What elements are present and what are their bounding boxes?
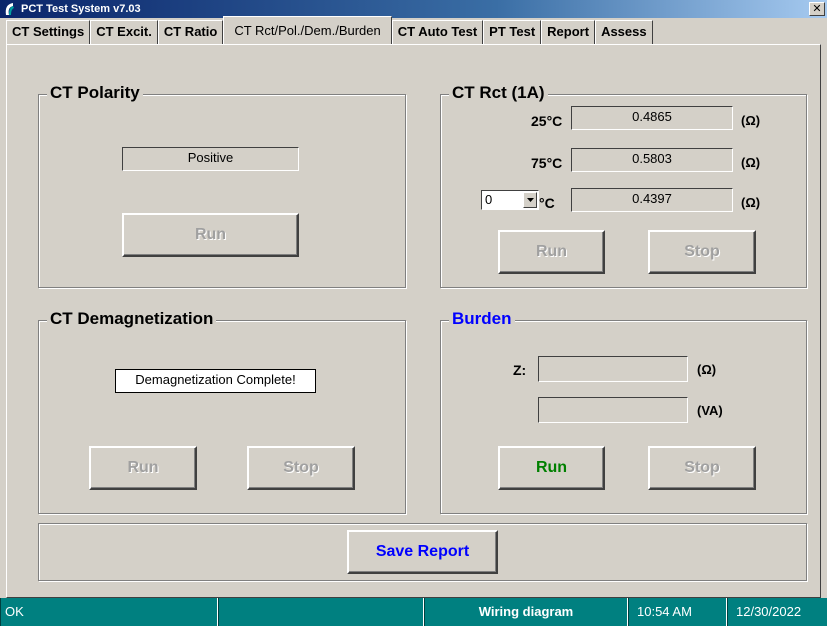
tab-ct-rct-pol-dem-burden[interactable]: CT Rct/Pol./Dem./Burden	[223, 16, 392, 44]
tab-pt-test[interactable]: PT Test	[483, 20, 542, 44]
status-bar: OK Wiring diagram 10:54 AM 12/30/2022	[0, 598, 827, 626]
status-blank	[218, 598, 424, 626]
tab-ct-settings[interactable]: CT Settings	[6, 20, 91, 44]
rct-custom-unit: (Ω)	[741, 195, 761, 210]
rct-stop-button[interactable]: Stop	[648, 230, 756, 274]
ct-rct-title: CT Rct (1A)	[449, 83, 548, 103]
chevron-down-icon[interactable]	[523, 192, 537, 208]
burden-z-unit: (Ω)	[697, 362, 717, 377]
tab-strip: CT Settings CT Excit. CT Ratio CT Rct/Po…	[6, 16, 653, 44]
close-button[interactable]: ✕	[809, 2, 825, 16]
rct-25-value-field: 0.4865	[571, 106, 733, 130]
burden-z-field	[538, 356, 688, 382]
burden-run-button[interactable]: Run	[498, 446, 605, 490]
tab-ct-ratio[interactable]: CT Ratio	[157, 20, 224, 44]
rct-75-unit: (Ω)	[741, 155, 761, 170]
tab-ct-auto-test[interactable]: CT Auto Test	[391, 20, 484, 44]
ct-polarity-group: CT Polarity	[38, 83, 406, 288]
polarity-result-field: Positive	[122, 147, 299, 171]
tab-assess[interactable]: Assess	[595, 20, 653, 44]
status-time: 10:54 AM	[628, 598, 727, 626]
rct-temp-75-label: 75°C	[531, 155, 563, 171]
title-bar: PCT Test System v7.03 ✕	[0, 0, 827, 18]
save-report-button[interactable]: Save Report	[347, 530, 498, 574]
tab-ct-excit[interactable]: CT Excit.	[90, 20, 158, 44]
demag-run-button[interactable]: Run	[89, 446, 197, 490]
status-state: OK	[0, 598, 218, 626]
burden-stop-button[interactable]: Stop	[648, 446, 756, 490]
app-icon	[5, 3, 14, 15]
custom-temp-select[interactable]: 0	[481, 190, 539, 210]
rct-temp-25-label: 25°C	[531, 113, 563, 129]
ct-demag-title: CT Demagnetization	[47, 309, 217, 329]
burden-z-label: Z:	[513, 362, 527, 378]
rct-25-unit: (Ω)	[741, 113, 761, 128]
burden-va-unit: (VA)	[697, 403, 723, 418]
burden-va-field	[538, 397, 688, 423]
rct-75-value-field: 0.5803	[571, 148, 733, 172]
tab-report[interactable]: Report	[541, 20, 596, 44]
rct-temp-custom-label: °C	[539, 195, 555, 211]
custom-temp-value: 0	[485, 192, 493, 207]
window-title: PCT Test System v7.03	[21, 3, 141, 15]
burden-title: Burden	[449, 309, 515, 329]
demag-result-field: Demagnetization Complete!	[115, 369, 316, 393]
polarity-run-button[interactable]: Run	[122, 213, 299, 257]
status-date: 12/30/2022	[727, 598, 827, 626]
rct-run-button[interactable]: Run	[498, 230, 605, 274]
ct-polarity-title: CT Polarity	[47, 83, 143, 103]
demag-stop-button[interactable]: Stop	[247, 446, 355, 490]
wiring-diagram-link[interactable]: Wiring diagram	[424, 598, 628, 626]
rct-custom-value-field: 0.4397	[571, 188, 733, 212]
